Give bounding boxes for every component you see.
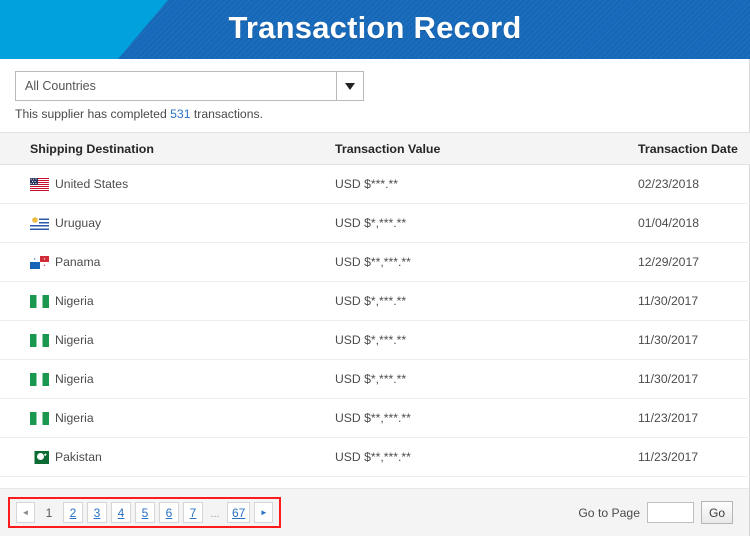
destination-label: Pakistan — [55, 450, 102, 464]
destination-cell: Nigeria — [30, 372, 322, 386]
page-title: Transaction Record — [228, 10, 522, 45]
caret-down-shape — [345, 82, 355, 90]
country-select[interactable]: All Countries — [15, 71, 364, 101]
pagination-page-button[interactable]: 4 — [111, 502, 131, 523]
pagination-last-page-button[interactable]: 67 — [227, 502, 251, 523]
flag-icon-united-states — [30, 177, 49, 191]
table-header-row: Shipping Destination Transaction Value T… — [0, 132, 750, 165]
transaction-value-cell: USD $*,***.** — [322, 320, 620, 360]
destination-label: Uruguay — [55, 216, 102, 230]
destination-cell: Pakistan — [30, 450, 322, 464]
destination-cell: Uruguay — [30, 216, 322, 230]
column-header-transaction-date: Transaction Date — [620, 132, 750, 165]
flag-icon-nigeria — [30, 294, 49, 308]
transaction-value-cell: USD $*,***.** — [322, 203, 620, 243]
flag-icon-nigeria — [30, 372, 49, 386]
transaction-date-cell: 11/23/2017 — [620, 398, 750, 438]
destination-label: United States — [55, 177, 129, 191]
table-footer: ◄ 1 234567 ... 67 ► Go to Page Go — [0, 488, 749, 536]
table-row: Panama USD $**,***.** 12/29/2017 — [0, 242, 750, 282]
transaction-date-cell: 11/23/2017 — [620, 437, 750, 477]
pagination-next-button[interactable]: ► — [254, 502, 274, 523]
pagination-page-button[interactable]: 2 — [63, 502, 83, 523]
transaction-table-head: Shipping Destination Transaction Value T… — [0, 132, 750, 165]
pagination-page-links: 234567 — [63, 502, 203, 523]
transaction-date-cell: 12/29/2017 — [620, 242, 750, 282]
country-select-value: All Countries — [25, 79, 96, 93]
flag-icon-nigeria — [30, 411, 49, 425]
transaction-record-page: Transaction Record All Countries This su… — [0, 0, 750, 536]
pagination-page-button[interactable]: 5 — [135, 502, 155, 523]
table-row: Uruguay USD $*,***.** 01/04/2018 — [0, 203, 750, 243]
page-header-banner: Transaction Record — [0, 0, 750, 59]
destination-label: Nigeria — [55, 411, 94, 425]
column-header-shipping-destination: Shipping Destination — [0, 132, 322, 165]
table-row: Pakistan USD $**,***.** 11/23/2017 — [0, 437, 750, 477]
country-filter-area: All Countries — [0, 59, 749, 101]
table-row: Nigeria USD $*,***.** 11/30/2017 — [0, 281, 750, 321]
transaction-summary: This supplier has completed 531 transact… — [15, 107, 749, 121]
pagination-page-button[interactable]: 3 — [87, 502, 107, 523]
destination-cell: United States — [30, 177, 322, 191]
goto-page-button[interactable]: Go — [701, 501, 733, 524]
transaction-value-cell: USD $**,***.** — [322, 398, 620, 438]
transaction-value-cell: USD $**,***.** — [322, 437, 620, 477]
table-row: Nigeria USD $*,***.** 11/30/2017 — [0, 359, 750, 399]
transaction-value-cell: USD $***.** — [322, 164, 620, 204]
summary-suffix: transactions. — [190, 107, 263, 121]
transaction-value-cell: USD $*,***.** — [322, 281, 620, 321]
flag-icon-panama — [30, 255, 49, 269]
pagination-prev-button[interactable]: ◄ — [16, 502, 35, 523]
table-row: Nigeria USD $**,***.** 11/23/2017 — [0, 398, 750, 438]
flag-icon-nigeria — [30, 333, 49, 347]
pagination-ellipsis: ... — [210, 508, 220, 520]
transaction-date-cell: 02/23/2018 — [620, 164, 750, 204]
destination-label: Nigeria — [55, 333, 94, 347]
summary-prefix: This supplier has completed — [15, 107, 171, 121]
page-content: All Countries This supplier has complete… — [0, 59, 750, 536]
pagination-page-button[interactable]: 6 — [159, 502, 179, 523]
destination-label: Panama — [55, 255, 101, 269]
destination-cell: Panama — [30, 255, 322, 269]
goto-page-area: Go to Page Go — [578, 501, 733, 524]
chevron-down-icon[interactable] — [336, 72, 363, 100]
destination-cell: Nigeria — [30, 333, 322, 347]
flag-icon-pakistan — [30, 450, 49, 464]
transaction-date-cell: 11/30/2017 — [620, 320, 750, 360]
pagination-page-button[interactable]: 7 — [183, 502, 203, 523]
flag-icon-uruguay — [30, 216, 49, 230]
pagination-current-page: 1 — [45, 505, 53, 520]
column-header-transaction-value: Transaction Value — [322, 132, 620, 165]
destination-cell: Nigeria — [30, 411, 322, 425]
goto-page-input[interactable] — [647, 502, 694, 523]
table-row: Nigeria USD $*,***.** 11/30/2017 — [0, 320, 750, 360]
destination-label: Nigeria — [55, 372, 94, 386]
pagination: ◄ 1 234567 ... 67 ► — [8, 497, 282, 528]
transaction-value-cell: USD $**,***.** — [322, 242, 620, 282]
transaction-date-cell: 11/30/2017 — [620, 281, 750, 321]
transaction-date-cell: 11/30/2017 — [620, 359, 750, 399]
destination-cell: Nigeria — [30, 294, 322, 308]
transaction-table: Shipping Destination Transaction Value T… — [0, 132, 750, 477]
transaction-date-cell: 01/04/2018 — [620, 203, 750, 243]
goto-page-label: Go to Page — [578, 505, 640, 520]
transaction-table-body: United States USD $***.** 02/23/2018 Urugua… — [0, 164, 750, 477]
destination-label: Nigeria — [55, 294, 94, 308]
table-row: United States USD $***.** 02/23/2018 — [0, 164, 750, 204]
transaction-value-cell: USD $*,***.** — [322, 359, 620, 399]
summary-transaction-count: 531 — [170, 107, 191, 121]
